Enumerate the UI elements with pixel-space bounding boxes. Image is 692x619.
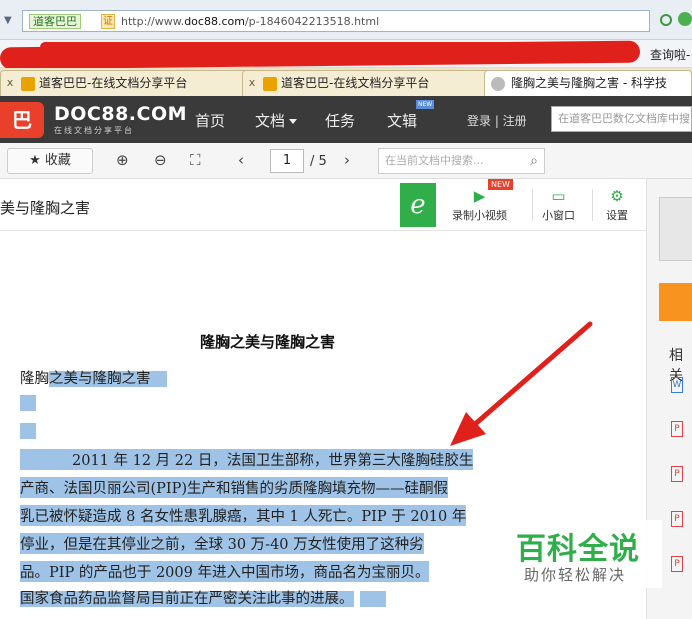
doc-heading: 隆胸之美与隆胸之害: [200, 333, 336, 351]
doc-text-plain: 隆胸: [20, 371, 49, 387]
doc-empty-line: [20, 395, 36, 411]
tv-icon: ▭: [551, 187, 566, 205]
close-tab-icon[interactable]: x: [1, 71, 19, 95]
watermark: 百科全说 助你轻松解决: [508, 520, 662, 588]
nav-home[interactable]: 首页: [195, 110, 225, 131]
annotation-arrow-icon: [450, 321, 593, 446]
pdf-file-icon[interactable]: P: [671, 511, 683, 527]
gear-icon: ⚙: [610, 187, 624, 205]
nav-collections[interactable]: 文辑: [387, 110, 417, 131]
doc88-favicon-icon: [21, 77, 35, 91]
site-identity[interactable]: 道客巴巴: [29, 14, 81, 29]
tab-current[interactable]: 隆胸之美与隆胸之害 - 科学技: [484, 70, 692, 96]
document-title-header: 美与隆胸之害: [0, 199, 91, 217]
video-icon: ▶: [473, 187, 486, 205]
nav-docs-label: 文档: [255, 112, 286, 130]
e-logo-icon[interactable]: e: [400, 183, 436, 227]
url-text[interactable]: http://www.doc88.com/p-1846042213518.htm…: [121, 15, 379, 28]
doc-text-highlighted: 国家食品药品监督局目前正在严密关注此事的进展。: [20, 591, 354, 607]
doc-text: 2011 年 12 月 22 日，法国卫生部称，世界第三大隆胸硅胶生: [72, 453, 474, 469]
site-search-input[interactable]: 在道客巴巴数亿文档库中搜: [551, 106, 692, 132]
divider: [532, 189, 533, 221]
search-icon[interactable]: ⌕: [530, 149, 538, 173]
doc-line: 隆胸之美与隆胸之害: [20, 367, 167, 388]
document-toolbar: ★ 收藏 ⊕ ⊖ ⛶ ‹ 1 / 5 › 在当前文档中搜索... ⌕: [0, 143, 692, 179]
tab-strip: x 道客巴巴-在线文档分享平台 x 道客巴巴-在线文档分享平台 隆胸之美与隆胸之…: [0, 68, 692, 96]
dropdown-arrow-icon[interactable]: ▼: [4, 15, 12, 26]
certificate-icon[interactable]: 证: [101, 14, 115, 29]
pdf-file-icon[interactable]: P: [671, 556, 683, 572]
logo-mark-icon[interactable]: 巴: [0, 102, 44, 138]
chevron-down-icon: [289, 119, 298, 124]
selection-block: [150, 371, 167, 387]
loading-icon: [491, 77, 505, 91]
watermark-title: 百科全说: [516, 532, 640, 567]
tab-label: 隆胸之美与隆胸之害 - 科学技: [511, 76, 667, 90]
pdf-file-icon[interactable]: P: [671, 466, 683, 482]
refresh-icon[interactable]: [660, 14, 672, 26]
record-video-label: 录制小视频: [452, 209, 507, 222]
doc-line: 乳已被怀疑造成 8 名女性患乳腺癌，其中 1 人死亡。PIP 于 2010 年: [20, 505, 467, 526]
mini-window-label: 小窗口: [542, 209, 575, 222]
tab-doc88-2[interactable]: x 道客巴巴-在线文档分享平台: [242, 70, 490, 96]
mini-window-button[interactable]: ▭ 小窗口: [542, 187, 575, 223]
doc-empty-line: [20, 423, 36, 439]
site-header: 巴 DOC88.COM 在线文档分享平台 首页 文档 任务 文辑 NEW 登录 …: [0, 96, 692, 143]
nav-docs[interactable]: 文档: [255, 110, 298, 131]
login-register-link[interactable]: 登录 | 注册: [467, 112, 527, 129]
settings-button[interactable]: ⚙ 设置: [606, 187, 628, 223]
bookmark-item[interactable]: 查询啦-: [650, 46, 690, 63]
document-title-bar: 美与隆胸之害 e NEW ▶ 录制小视频 ▭ 小窗口 ⚙ 设置: [0, 179, 646, 231]
doc-search-input[interactable]: 在当前文档中搜索... ⌕: [378, 148, 545, 174]
avatar[interactable]: [659, 197, 692, 261]
nav-tasks[interactable]: 任务: [325, 110, 355, 131]
doc-line: 2011 年 12 月 22 日，法国卫生部称，世界第三大隆胸硅胶生: [20, 449, 474, 470]
settings-label: 设置: [606, 209, 628, 222]
doc-tools: e NEW ▶ 录制小视频 ▭ 小窗口 ⚙ 设置: [400, 179, 646, 231]
page-number-input[interactable]: 1: [270, 149, 304, 173]
doc-text-highlighted: 之美与隆胸之害: [49, 371, 151, 387]
selection-block: [20, 395, 36, 411]
selection-block: [359, 591, 386, 607]
pdf-file-icon[interactable]: P: [671, 421, 683, 437]
redaction-scribble: [40, 42, 600, 52]
tab-label: 道客巴巴-在线文档分享平台: [281, 76, 430, 90]
doc-line: 产商、法国贝丽公司(PIP)生产和销售的劣质隆胸填充物——硅酮假: [20, 477, 449, 498]
address-bar: ▼ 道客巴巴 证 http://www.doc88.com/p-18460422…: [0, 0, 692, 40]
doc-line: 品。PIP 的产品也于 2009 年进入中国市场，商品名为宝丽贝。: [20, 561, 430, 582]
favorite-button[interactable]: ★ 收藏: [7, 148, 93, 174]
logo-text[interactable]: DOC88.COM: [54, 103, 187, 125]
doc-line: 国家食品药品监督局目前正在严密关注此事的进展。: [20, 587, 386, 608]
prev-page-icon[interactable]: ‹: [238, 151, 244, 169]
tab-label: 道客巴巴-在线文档分享平台: [39, 76, 188, 90]
zoom-out-icon[interactable]: ⊖: [154, 151, 167, 169]
logo-subtitle: 在线文档分享平台: [54, 126, 134, 135]
selection-block: [20, 423, 36, 439]
url-field[interactable]: 道客巴巴 证 http://www.doc88.com/p-1846042213…: [22, 10, 650, 32]
orange-action-button[interactable]: [659, 283, 692, 321]
doc-search-placeholder: 在当前文档中搜索...: [385, 154, 484, 167]
doc88-favicon-icon: [263, 77, 277, 91]
record-video-button[interactable]: ▶ 录制小视频: [452, 187, 507, 223]
tab-doc88-1[interactable]: x 道客巴巴-在线文档分享平台: [0, 70, 258, 96]
divider: [592, 189, 593, 221]
close-tab-icon[interactable]: x: [243, 71, 261, 95]
zoom-in-icon[interactable]: ⊕: [116, 151, 129, 169]
bookmark-bar: 查询啦-: [0, 40, 692, 70]
new-badge: NEW: [416, 100, 435, 109]
extension-icon[interactable]: [678, 12, 692, 26]
fullscreen-icon[interactable]: ⛶: [190, 151, 201, 169]
doc-line: 停业，但是在其停业之前，全球 30 万-40 万女性使用了这种劣: [20, 533, 424, 554]
page-total: / 5: [310, 154, 327, 169]
watermark-subtitle: 助你轻松解决: [524, 566, 627, 584]
word-file-icon[interactable]: W: [671, 377, 683, 393]
next-page-icon[interactable]: ›: [344, 151, 350, 169]
